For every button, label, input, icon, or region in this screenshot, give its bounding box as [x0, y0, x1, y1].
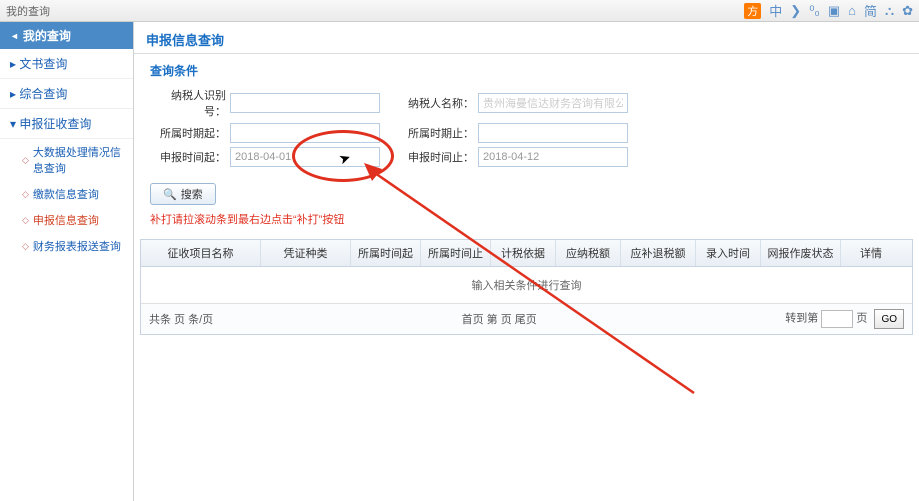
table-header-cell: 应补退税额: [621, 240, 696, 266]
top-bar: 我的查询 方 中 ❯ ⁰₀ ▣ ⌂ 简 ⛬ ✿: [0, 0, 919, 22]
footer-mid[interactable]: 首页 第 页 尾页: [462, 311, 537, 327]
table-empty-text: 输入相关条件进行查询: [141, 267, 912, 304]
table-header-cell: 网报作废状态: [761, 240, 841, 266]
sidebar-item[interactable]: 大数据处理情况信息查询: [0, 139, 133, 181]
input-declare-end[interactable]: [478, 147, 628, 167]
topbar-icon-8[interactable]: ✿: [902, 3, 913, 19]
page-title: 申报信息查询: [134, 22, 919, 54]
table-footer: 共条 页 条/页 首页 第 页 尾页 转到第 页 GO: [141, 304, 912, 334]
table-header-cell: 所属时间起: [351, 240, 421, 266]
footer-left: 共条 页 条/页: [149, 311, 213, 327]
table-header-cell: 录入时间: [696, 240, 761, 266]
go-button[interactable]: GO: [874, 309, 904, 329]
input-period-end[interactable]: [478, 123, 628, 143]
topbar-icon-0[interactable]: 方: [744, 3, 761, 19]
reprint-hint: 补打请拉滚动条到最右边点击“补打”按钮: [134, 209, 919, 235]
goto-label: 转到第: [785, 313, 818, 325]
input-period-start[interactable]: [230, 123, 380, 143]
topbar-icon-7[interactable]: ⛬: [885, 3, 894, 19]
input-taxpayer-id[interactable]: [230, 93, 380, 113]
label-taxpayer-id: 纳税人识别号：: [150, 87, 230, 119]
footer-goto: 转到第 页 GO: [785, 309, 904, 329]
label-declare-end: 申报时间止：: [398, 149, 478, 165]
table-header-cell: 详情: [841, 240, 901, 266]
table-header-cell: 所属时间止: [421, 240, 491, 266]
input-taxpayer-name[interactable]: [478, 93, 628, 113]
label-taxpayer-name: 纳税人名称：: [398, 95, 478, 111]
table-header-cell: 计税依据: [491, 240, 556, 266]
sidebar-header: 我的查询: [0, 22, 133, 49]
search-button-label: 搜索: [181, 186, 203, 202]
sidebar: 我的查询 文书查询综合查询申报征收查询大数据处理情况信息查询缴款信息查询申报信息…: [0, 22, 134, 501]
search-button[interactable]: 搜索: [150, 183, 216, 205]
table-header-cell: 凭证种类: [261, 240, 351, 266]
query-form: 纳税人识别号： 纳税人名称： 所属时期起： 所属时期止： 申报时间起： 申报时间…: [134, 83, 919, 175]
topbar-icon-2[interactable]: ❯: [790, 3, 801, 19]
goto-unit: 页: [856, 313, 867, 325]
table-header-cell: 征收项目名称: [141, 240, 261, 266]
table-header-row: 征收项目名称凭证种类所属时间起所属时间止计税依据应纳税额应补退税额录入时间网报作…: [141, 240, 912, 267]
topbar-icon-5[interactable]: ⌂: [848, 3, 856, 18]
topbar-icon-3[interactable]: ⁰₀: [809, 3, 820, 19]
sidebar-group[interactable]: 申报征收查询: [0, 109, 133, 139]
results-table: 征收项目名称凭证种类所属时间起所属时间止计税依据应纳税额应补退税额录入时间网报作…: [140, 239, 913, 335]
input-declare-start[interactable]: [230, 147, 380, 167]
topbar-title: 我的查询: [6, 3, 50, 19]
topbar-icon-1[interactable]: 中: [769, 1, 782, 20]
sidebar-group[interactable]: 综合查询: [0, 79, 133, 109]
section-title: 查询条件: [134, 54, 919, 83]
sidebar-item[interactable]: 缴款信息查询: [0, 181, 133, 207]
sidebar-item[interactable]: 财务报表报送查询: [0, 233, 133, 259]
label-period-start: 所属时期起：: [150, 125, 230, 141]
topbar-icon-6[interactable]: 简: [864, 1, 877, 20]
label-period-end: 所属时期止：: [398, 125, 478, 141]
topbar-icons: 方 中 ❯ ⁰₀ ▣ ⌂ 简 ⛬ ✿: [744, 1, 913, 20]
table-header-cell: 应纳税额: [556, 240, 621, 266]
sidebar-group[interactable]: 文书查询: [0, 49, 133, 79]
label-declare-start: 申报时间起：: [150, 149, 230, 165]
goto-input[interactable]: [821, 310, 853, 328]
content-area: 申报信息查询 查询条件 纳税人识别号： 纳税人名称： 所属时期起： 所属时期止：…: [134, 22, 919, 501]
topbar-icon-4[interactable]: ▣: [828, 3, 840, 19]
sidebar-item[interactable]: 申报信息查询: [0, 207, 133, 233]
